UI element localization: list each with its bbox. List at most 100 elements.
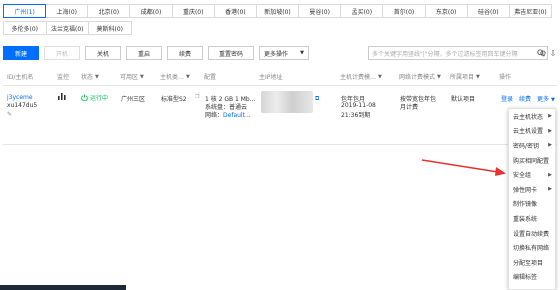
menu-item[interactable]: 云主机状态 ▶ — [509, 109, 555, 124]
col-zone[interactable]: 可用区 ▼ — [120, 72, 144, 82]
region-row-2: 多伦多(0) 法兰克福(0) 莫斯科(0) — [3, 21, 551, 35]
region-tabs: 广州(1) 上海(0) 北京(0) 成都(0) 重庆(0) 香港(0) 新加坡(0) 曼谷(0… — [3, 4, 553, 35]
chevron-down-icon: ▼ — [300, 50, 304, 56]
menu-item[interactable]: 购买相同配置 — [509, 153, 555, 168]
start-button[interactable]: 开机 — [44, 46, 80, 60]
col-monitor: 监控 — [57, 74, 70, 81]
menu-item-label: 编辑标签 — [513, 274, 538, 282]
shutdown-button[interactable]: 关机 — [85, 46, 121, 60]
more-actions-menu: 云主机状态 ▶ 云主机设置 ▶ 密码/密钥 ▶ 购买相同配置 安全组 ▶ 弹性网卡 ▶ 制作镜像 重装系… — [508, 108, 556, 290]
chevron-right-icon: ▶ — [548, 127, 552, 134]
menu-item[interactable]: 弹性网卡 ▶ — [509, 182, 555, 197]
toolbar: 新建 开机 关机 重启 续费 重置密码 更多操作 ▼ 多个关键字用竖线"|"分隔… — [3, 46, 557, 60]
type-value: 标准型S2 — [161, 96, 187, 103]
instance-id-link[interactable]: j3yceme — [7, 94, 33, 101]
chevron-right-icon: ▶ — [548, 171, 552, 178]
renew-button[interactable]: 续费 — [167, 46, 203, 60]
region-tab[interactable]: 新加坡(0) — [255, 4, 300, 18]
chevron-right-icon: ▶ — [548, 186, 552, 193]
login-link[interactable]: 登录 — [501, 94, 513, 103]
monitor-chart-icon[interactable] — [58, 93, 66, 102]
menu-item-label: 安全组 — [513, 172, 532, 180]
menu-item-label: 设置自动续费 — [513, 230, 550, 238]
status-text: 运行中 — [90, 95, 109, 102]
menu-item[interactable]: 密码/密钥 ▶ — [509, 138, 555, 153]
more-link[interactable]: 更多 ▼ — [537, 94, 555, 103]
restart-button[interactable]: 重启 — [126, 46, 162, 60]
network-label: 网络： — [205, 112, 224, 119]
net-billing-line-2: 月计费 — [400, 104, 419, 111]
region-tab[interactable]: 上海(0) — [45, 4, 89, 18]
config-line-3: 网络：Default... — [205, 110, 251, 119]
region-row-1: 广州(1) 上海(0) 北京(0) 成都(0) 重庆(0) 香港(0) 新加坡(0) 曼谷(0… — [3, 4, 553, 18]
chevron-right-icon: ▶ — [548, 113, 552, 120]
region-tab[interactable]: 莫斯科(0) — [88, 21, 132, 35]
filter-icon[interactable]: ▼ — [140, 74, 144, 80]
search-placeholder: 多个关键字用竖线"|"分隔，多个过滤标签用回车键分隔 — [372, 50, 518, 58]
menu-item-label: 密码/密钥 — [513, 142, 540, 150]
col-ip: 主IP地址 — [259, 74, 283, 81]
filter-icon[interactable]: ▼ — [378, 74, 382, 80]
region-tab[interactable]: 广州(1) — [3, 4, 47, 18]
reset-password-button[interactable]: 重置密码 — [208, 46, 254, 60]
region-tab[interactable]: 曼谷(0) — [298, 4, 342, 18]
filter-icon[interactable]: ▼ — [476, 74, 480, 80]
new-instance-button[interactable]: 新建 — [3, 46, 39, 60]
network-link[interactable]: Default... — [223, 112, 251, 119]
table-row: j3yceme xu147du5 ✎ 运行中 广州三区 标准型S2 ❐ 1 核 … — [3, 87, 557, 145]
menu-item-label: 云主机设置 — [513, 128, 544, 136]
download-icon[interactable]: ⇩ — [547, 47, 559, 59]
more-actions-label: 更多操作 — [264, 50, 289, 58]
table-header: ID/主机名 监控 状态 ▼ 可用区 ▼ 主机类… ▼ 配置 主IP地址 主机计费模…… — [3, 66, 557, 86]
menu-item[interactable]: 重装系统 — [509, 211, 555, 226]
col-billing[interactable]: 主机计费模… ▼ — [340, 72, 382, 82]
menu-item[interactable]: 安全组 ▶ — [509, 167, 555, 182]
menu-item-label: 购买相同配置 — [513, 157, 550, 165]
menu-item[interactable]: 分配至项目 — [509, 255, 555, 270]
menu-item[interactable]: 编辑标签 — [509, 270, 555, 285]
menu-item[interactable]: 切换私有网络 — [509, 240, 555, 255]
renew-link[interactable]: 续费 — [519, 94, 531, 103]
menu-item-label: 分配至项目 — [513, 259, 544, 267]
region-tab[interactable]: 多伦多(0) — [3, 21, 47, 35]
col-zone-label: 可用区 — [120, 74, 139, 81]
col-net-billing[interactable]: 网络计费模式 ▼ — [399, 72, 441, 82]
col-status-label: 状态 — [81, 74, 94, 81]
region-tab[interactable]: 东京(0) — [424, 4, 468, 18]
filter-icon[interactable]: ▼ — [95, 74, 99, 80]
menu-item-label: 切换私有网络 — [513, 245, 550, 253]
project-value: 默认项目 — [451, 96, 476, 103]
col-config: 配置 — [204, 74, 217, 81]
region-tab[interactable]: 首尔(0) — [382, 4, 426, 18]
instance-hostname: xu147du5 — [7, 102, 38, 109]
taskbar-strip — [0, 285, 126, 290]
filter-icon[interactable]: ▼ — [186, 74, 190, 80]
ip-address-redacted — [261, 91, 313, 113]
billing-line-3: 21:36到期 — [341, 112, 371, 119]
region-tab[interactable]: 北京(0) — [87, 4, 131, 18]
menu-item[interactable]: 制作镜像 — [509, 197, 555, 212]
col-project[interactable]: 所属项目 ▼ — [450, 72, 480, 82]
menu-item-label: 制作镜像 — [513, 201, 538, 209]
copy-ip-icon[interactable]: ⧉ — [315, 95, 319, 103]
filter-icon[interactable]: ▼ — [437, 74, 441, 80]
more-actions-dropdown[interactable]: 更多操作 ▼ — [259, 46, 309, 60]
region-tab[interactable]: 重庆(0) — [171, 4, 215, 18]
copy-icon[interactable]: ❐ — [195, 94, 199, 100]
menu-item[interactable]: 设置自动续费 — [509, 226, 555, 241]
search-input[interactable]: 多个关键字用竖线"|"分隔，多个过滤标签用回车键分隔 — [368, 46, 548, 60]
menu-item-label: 重装系统 — [513, 215, 538, 223]
chevron-right-icon: ▶ — [548, 142, 552, 149]
region-tab[interactable]: 弗吉尼亚(0) — [508, 4, 553, 18]
power-icon — [81, 94, 88, 101]
region-tab[interactable]: 香港(0) — [213, 4, 257, 18]
menu-item[interactable]: 云主机设置 ▶ — [509, 124, 555, 139]
region-tab[interactable]: 法兰克福(0) — [45, 21, 89, 35]
region-tab[interactable]: 成都(0) — [129, 4, 173, 18]
region-tab[interactable]: 硅谷(0) — [466, 4, 510, 18]
col-status[interactable]: 状态 ▼ — [81, 72, 99, 82]
edit-icon[interactable]: ✎ — [7, 111, 12, 118]
col-type[interactable]: 主机类… ▼ — [160, 72, 190, 82]
status-badge: 运行中 — [81, 93, 108, 102]
region-tab[interactable]: 孟买(0) — [340, 4, 384, 18]
